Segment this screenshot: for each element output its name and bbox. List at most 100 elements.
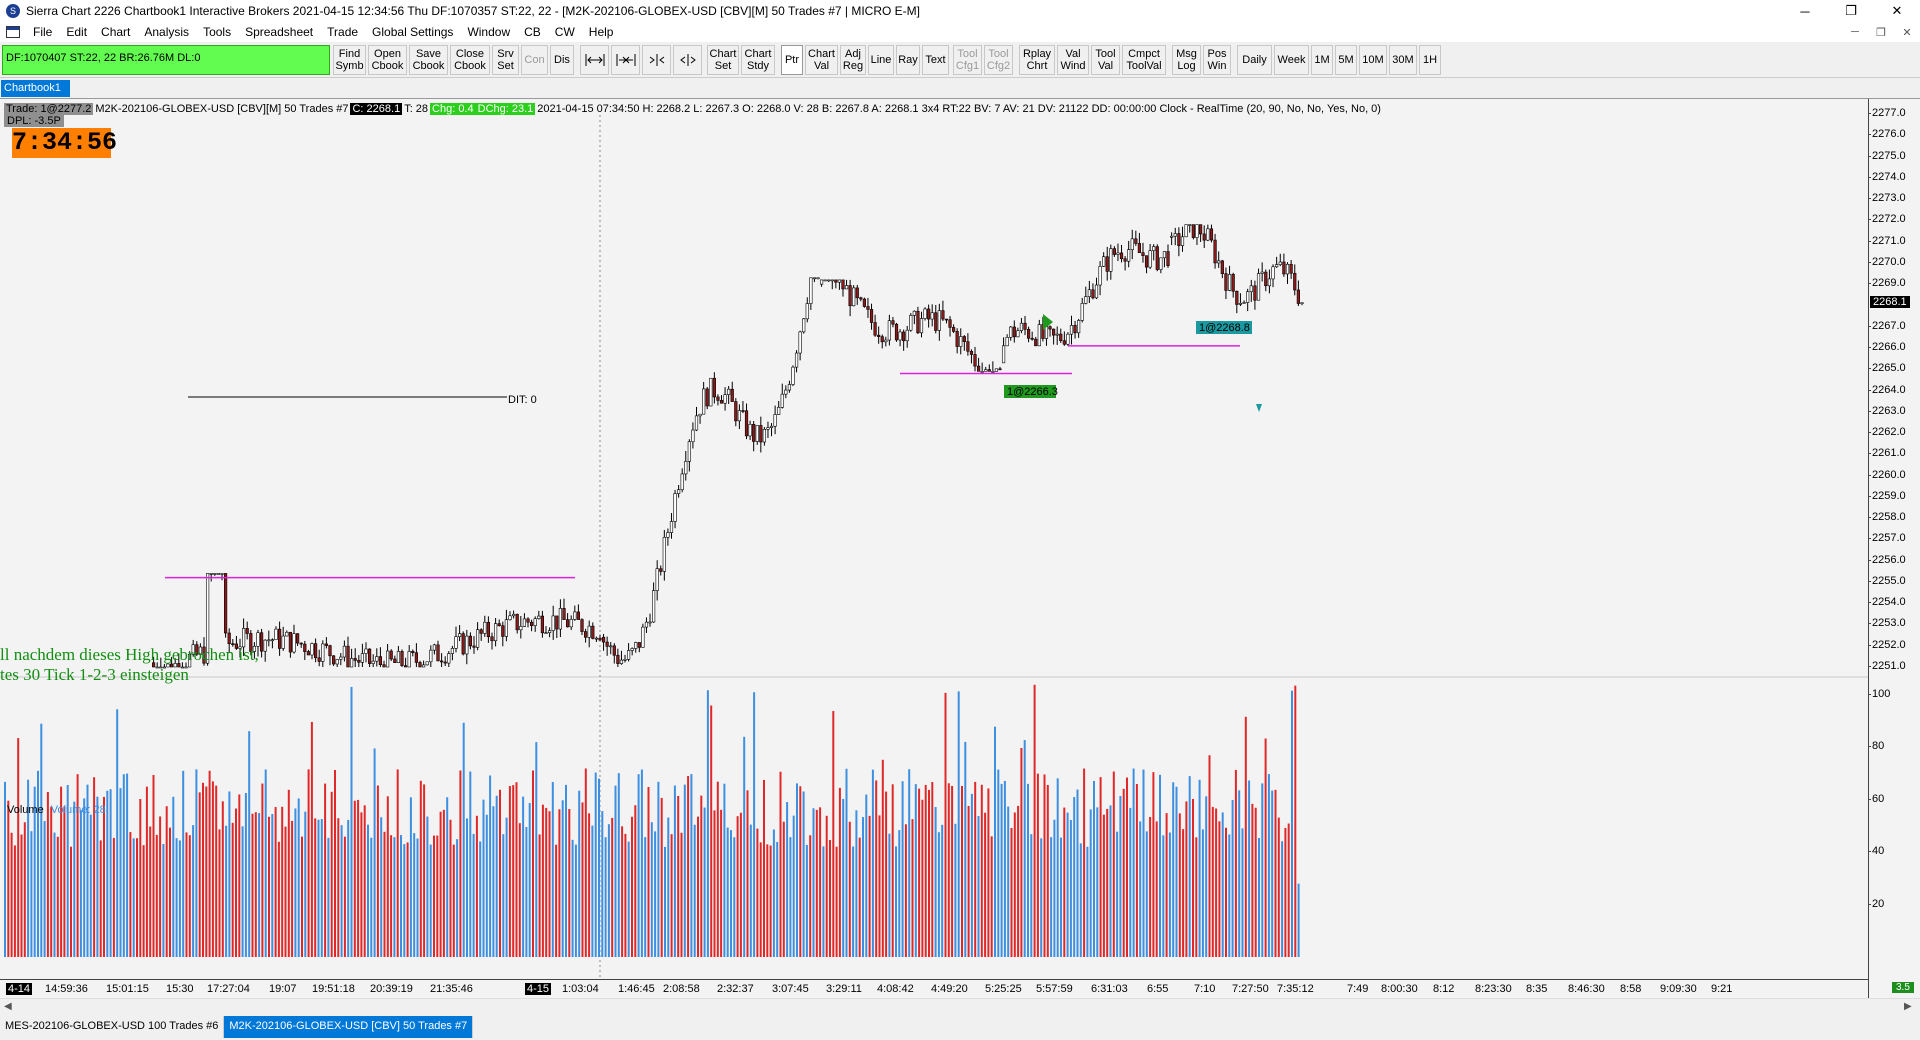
volume-bar [667,817,670,957]
dit-label: DIT: 0 [508,394,537,406]
menu-tools[interactable]: Tools [196,25,238,39]
price-axis-label: 2258.0 [1868,511,1906,524]
close-chartbook-button[interactable]: Close Cbook [450,45,490,75]
volume-bar [442,809,445,957]
mdi-restore-button[interactable]: ❐ [1868,22,1894,42]
volume-bar [1244,716,1247,957]
positions-window-button[interactable]: Pos Win [1203,45,1231,75]
candle-body [317,657,321,662]
zoom-in-icon[interactable] [580,45,609,75]
volume-bar [687,776,690,957]
volume-bar [640,769,643,957]
adjust-region-button[interactable]: Adj Reg [840,45,866,75]
chart-text-annotation[interactable]: ll nachdem dieses High gebrochen ist, te… [0,645,259,685]
menu-cw[interactable]: CW [548,25,582,39]
candle-body [501,625,505,637]
volume-bar [901,781,904,957]
volume-bar [1023,740,1026,957]
candle-body [816,277,820,280]
volume-bar [951,785,954,957]
menu-trade[interactable]: Trade [320,25,365,39]
mdi-close-button[interactable]: ✕ [1894,22,1920,42]
menu-edit[interactable]: Edit [59,25,94,39]
maximize-button[interactable]: ❐ [1828,0,1874,22]
find-symbol-button[interactable]: Find Symb [333,45,366,75]
timeframe-daily-button[interactable]: Daily [1237,45,1272,75]
volume-bar [142,845,145,957]
candle-body [1112,248,1116,255]
volume-bar [819,807,822,957]
menu-window[interactable]: Window [460,25,517,39]
disconnect-button[interactable]: Dis [550,45,574,75]
chart-window[interactable]: 1@2266.3 1@2268.8 Trade: 1@2277.2 M2K-202… [0,98,1920,1000]
chart-tab-m2k[interactable]: M2K-202106-GLOBEX-USD [CBV] 50 Trades #7 [224,1016,474,1038]
minimize-button[interactable]: ─ [1782,0,1828,22]
candle-body [1119,252,1124,260]
candle-body [1180,236,1185,246]
control-bar: DF:1070407 ST:22, 22 BR:26.76M DL:0 Find… [0,42,1920,78]
annotation-line-1: ll nachdem dieses High gebrochen ist, [0,645,259,664]
tool-config2-button[interactable]: Tool Cfg2 [984,45,1013,75]
line-tool-button[interactable]: Line [868,45,894,75]
menu-cb[interactable]: CB [517,25,548,39]
tool-config1-button[interactable]: Tool Cfg1 [953,45,982,75]
time-axis-label: 4-14 [6,983,33,995]
chartbook-tab[interactable]: Chartbook1 [1,80,70,97]
timeframe-30m-button[interactable]: 30M [1389,45,1417,75]
pointer-tool-button[interactable]: Ptr [781,45,803,75]
tool-values-button[interactable]: Tool Val [1091,45,1120,75]
open-chartbook-button[interactable]: Open Cbook [368,45,407,75]
volume-bar [505,817,508,957]
expand-bars-icon[interactable] [673,45,702,75]
timeframe-10m-button[interactable]: 10M [1359,45,1387,75]
replay-chart-button[interactable]: Rplay Chrt [1019,45,1055,75]
volume-bar [921,799,924,957]
chart-studies-button[interactable]: Chart Stdy [741,45,775,75]
menu-file[interactable]: File [26,25,59,39]
timeframe-week-button[interactable]: Week [1274,45,1309,75]
timeframe-1h-button[interactable]: 1H [1419,45,1441,75]
volume-bar [310,721,313,957]
horizontal-scrollbar[interactable]: ◀ ▶ [0,998,1920,1015]
system-menu-icon[interactable] [6,26,20,38]
volume-bar [152,774,155,957]
time-axis-label: 2:08:58 [663,983,700,995]
volume-bar [911,819,914,957]
menu-spreadsheet[interactable]: Spreadsheet [238,25,320,39]
compact-tool-values-button[interactable]: Cmpct ToolVal [1122,45,1166,75]
server-settings-button[interactable]: Srv Set [492,45,519,75]
volume-bar [782,821,785,957]
menu-analysis[interactable]: Analysis [137,25,196,39]
menu-global-settings[interactable]: Global Settings [365,25,460,39]
ray-tool-button[interactable]: Ray [896,45,920,75]
values-window-button[interactable]: Val Wind [1057,45,1089,75]
volume-bar [792,815,795,957]
connect-button[interactable]: Con [521,45,548,75]
close-button[interactable]: ✕ [1874,0,1920,22]
text-tool-button[interactable]: Text [922,45,949,75]
compress-bars-icon[interactable] [642,45,671,75]
volume-bar [1093,781,1095,957]
price-axis[interactable]: 2277.0 2276.0 2275.0 2274.0 2273.0 2272.0 2271… [1867,99,1920,1000]
timeframe-1m-button[interactable]: 1M [1311,45,1333,75]
chart-tab-mes[interactable]: MES-202106-GLOBEX-USD 100 Trades #6 [0,1016,225,1038]
candle-body [1080,303,1084,321]
scroll-right-icon[interactable]: ▶ [1904,1001,1912,1012]
timeframe-5m-button[interactable]: 5M [1335,45,1357,75]
menu-chart[interactable]: Chart [94,25,137,39]
chart-values-button[interactable]: Chart Val [805,45,838,75]
candle-body [1109,248,1113,272]
save-chartbook-button[interactable]: Save Cbook [409,45,448,75]
chart-settings-button[interactable]: Chart Set [707,45,739,75]
candle-body [766,427,770,430]
mdi-minimize-button[interactable]: ─ [1842,22,1868,42]
zoom-out-icon[interactable] [611,45,640,75]
candle-body [780,393,784,408]
time-axis[interactable]: 4-14 14:59:36 15:01:15 15:30 17:27:04 19:07 19… [0,979,1868,999]
chart-canvas[interactable]: 1@2266.3 1@2268.8 [0,99,1868,979]
menu-help[interactable]: Help [582,25,621,39]
candle-body [723,394,727,404]
message-log-button[interactable]: Msg Log [1172,45,1201,75]
volume-bar [211,781,214,957]
scroll-left-icon[interactable]: ◀ [4,1001,12,1012]
